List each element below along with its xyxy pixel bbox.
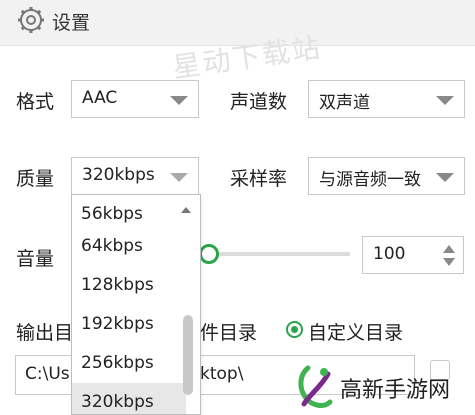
chevron-down-icon xyxy=(436,96,454,105)
quality-value: 320kbps xyxy=(82,165,155,185)
site-logo: 高新手游网 xyxy=(288,362,475,415)
format-value: AAC xyxy=(82,88,118,108)
gear-icon xyxy=(18,7,44,33)
page-title: 设置 xyxy=(52,12,91,34)
output-label: 输出目 xyxy=(16,322,74,344)
radio-selected-icon[interactable] xyxy=(286,321,303,338)
quality-option-selected[interactable]: 320kbps xyxy=(72,383,186,414)
scrollbar-thumb[interactable] xyxy=(183,315,193,395)
channels-label: 声道数 xyxy=(230,91,288,113)
volume-spinbox[interactable]: 100 xyxy=(362,236,464,274)
quality-option[interactable]: 256kbps xyxy=(72,344,186,382)
source-dir-option-label[interactable]: 件目录 xyxy=(200,318,257,345)
format-label: 格式 xyxy=(16,91,55,113)
volume-value: 100 xyxy=(373,244,406,264)
sample-rate-value: 与源音频一致 xyxy=(319,170,421,190)
sample-rate-select[interactable]: 与源音频一致 xyxy=(308,157,465,195)
chevron-down-icon xyxy=(170,96,188,105)
quality-dropdown-list[interactable]: 56kbps 64kbps 128kbps 192kbps 256kbps 32… xyxy=(71,194,201,415)
chevron-down-icon xyxy=(170,173,188,182)
custom-dir-label: 自定义目录 xyxy=(308,322,404,344)
logo-mark-icon xyxy=(298,365,333,408)
scroll-up-icon[interactable] xyxy=(181,207,191,213)
spin-down-icon[interactable] xyxy=(443,258,455,266)
quality-option[interactable]: 64kbps xyxy=(72,227,186,265)
format-select[interactable]: AAC xyxy=(71,80,199,118)
spin-up-icon[interactable] xyxy=(443,245,455,253)
volume-label: 音量 xyxy=(16,248,55,270)
quality-select[interactable]: 320kbps xyxy=(71,157,199,195)
output-path-start: C:\Us xyxy=(25,364,70,384)
quality-option[interactable]: 128kbps xyxy=(72,266,186,304)
channels-value: 双声道 xyxy=(319,93,370,113)
chevron-down-icon xyxy=(436,173,454,182)
sample-rate-label: 采样率 xyxy=(230,168,288,190)
volume-slider-handle[interactable] xyxy=(199,244,219,264)
volume-slider-track[interactable] xyxy=(200,252,350,256)
quality-option[interactable]: 192kbps xyxy=(72,305,186,343)
channels-select[interactable]: 双声道 xyxy=(308,80,465,118)
quality-label: 质量 xyxy=(16,168,55,190)
output-path-end: ktop\ xyxy=(200,364,244,384)
logo-text: 高新手游网 xyxy=(340,378,451,403)
